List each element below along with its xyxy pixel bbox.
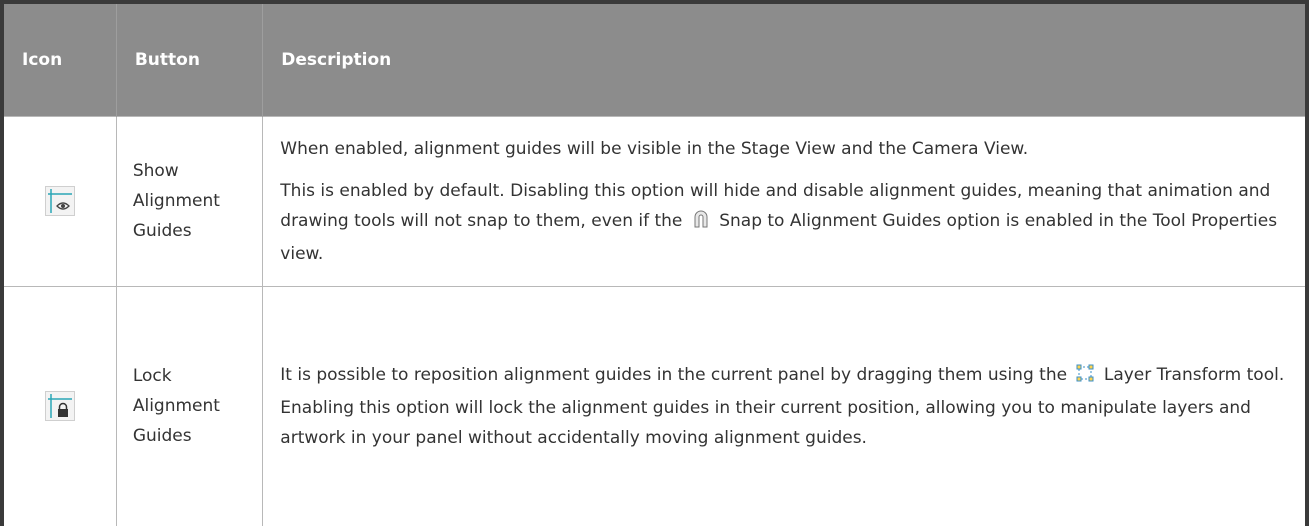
snap-magnet-icon xyxy=(691,209,711,239)
description-cell: When enabled, alignment guides will be v… xyxy=(262,115,1307,286)
description-text: When enabled, alignment guides will be v… xyxy=(280,138,1029,159)
description-cell: It is possible to reposition alignment g… xyxy=(262,285,1307,526)
layer-transform-icon xyxy=(1075,363,1095,393)
button-name: Show Alignment Guides xyxy=(116,115,264,286)
lock-alignment-guides-icon xyxy=(44,391,75,422)
icon-cell xyxy=(2,285,117,526)
description-text: This is enabled by default. Disabling th… xyxy=(280,180,1278,264)
button-name: Lock Alignment Guides xyxy=(116,285,264,526)
reference-table: Icon Button Description Show Alignment G… xyxy=(0,0,1309,526)
header-icon: Icon xyxy=(2,2,117,116)
table-row: Lock Alignment Guides It is possible to … xyxy=(2,285,1307,526)
show-alignment-guides-icon xyxy=(44,186,75,216)
description-text: It is possible to reposition alignment g… xyxy=(280,363,1285,448)
header-button: Button xyxy=(116,2,264,116)
table-row: Show Alignment Guides When enabled, alig… xyxy=(2,115,1307,286)
table-header-row: Icon Button Description xyxy=(2,2,1307,116)
header-description: Description xyxy=(281,49,392,70)
icon-cell xyxy=(2,115,117,286)
